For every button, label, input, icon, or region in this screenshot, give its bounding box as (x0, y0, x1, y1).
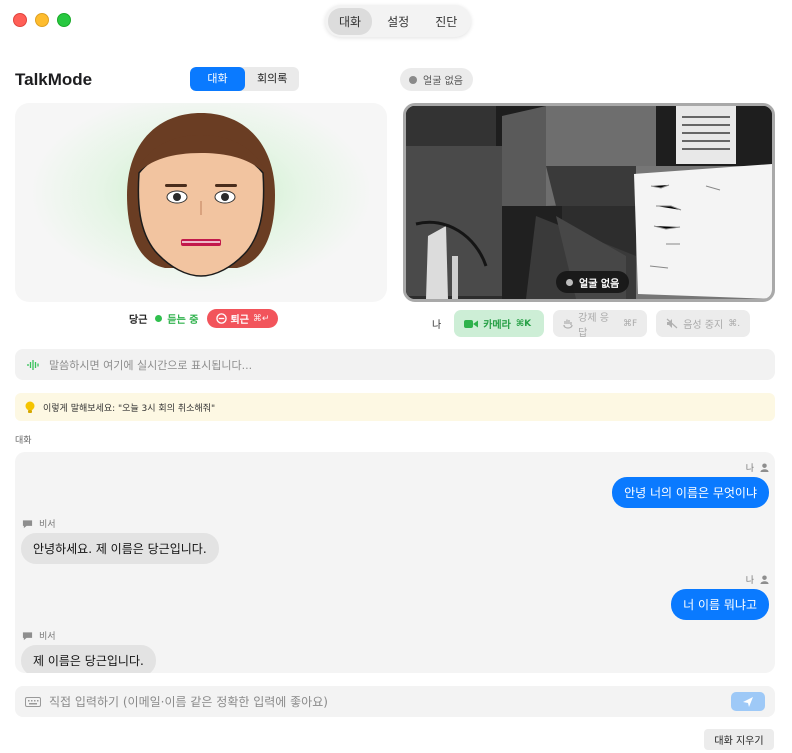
assistant-name: 당근 (129, 315, 148, 326)
hand-icon (563, 319, 573, 329)
send-button[interactable] (731, 692, 765, 711)
camera-label: 카메라 (483, 320, 511, 331)
force-reply-label: 강제 응답 (578, 312, 609, 339)
suggestion-hint: 이렇게 말해보세요: "오늘 3시 회의 취소해줘" (15, 393, 775, 421)
sender-label: 나 (745, 464, 754, 474)
camera-toggle-button[interactable]: 카메라 ⌘K (454, 310, 545, 337)
message-input-placeholder: 직접 입력하기 (이메일·이름 같은 정확한 입력에 좋아요) (49, 695, 328, 709)
force-reply-shortcut: ⌘F (623, 318, 638, 329)
stop-voice-button[interactable]: 음성 중지 ⌘. (656, 310, 751, 337)
conversation-log[interactable]: 나 안녕 너의 이름은 무엇이냐 비서 안녕하세요. 제 이름은 당근입니다. … (15, 452, 775, 673)
chat-bubble-assistant: 안녕하세요. 제 이름은 당근입니다. (21, 533, 219, 564)
chat-bubble-assistant: 제 이름은 당근입니다. (21, 645, 156, 673)
message-sender-assistant: 비서 (22, 517, 56, 530)
status-dot-icon (409, 75, 417, 84)
message-input[interactable]: 직접 입력하기 (이메일·이름 같은 정확한 입력에 좋아요) (15, 686, 775, 717)
face-status-label: 얼굴 없음 (423, 76, 463, 87)
stop-voice-shortcut: ⌘. (728, 318, 741, 329)
send-arrow-icon (743, 696, 753, 707)
clear-conversation-button[interactable]: 대화 지우기 (704, 729, 774, 750)
conversation-section-label: 대화 (15, 436, 32, 446)
camera-preview: 얼굴 없음 (403, 103, 775, 302)
window-controls (13, 13, 71, 27)
avatar-face-illustration (127, 113, 275, 277)
tab-diagnostics[interactable]: 진단 (424, 8, 468, 35)
speech-bubble-icon (22, 519, 33, 528)
waveform-icon (27, 359, 39, 370)
tab-conversation[interactable]: 대화 (328, 7, 373, 35)
status-dot-icon (566, 278, 573, 286)
person-icon (760, 575, 769, 584)
sender-label: 비서 (39, 520, 56, 530)
speaker-mute-icon (666, 318, 678, 329)
camera-controls: 나 카메라 ⌘K 강제 응답 ⌘F 음성 중지 ⌘. (432, 310, 751, 339)
minimize-window-button[interactable] (35, 13, 49, 27)
message-sender-user: 나 (746, 461, 769, 474)
camera-face-badge: 얼굴 없음 (556, 271, 630, 293)
listening-indicator: 듣는 중 (155, 311, 199, 326)
listening-label: 듣는 중 (167, 315, 199, 326)
mode-tab-conversation[interactable]: 대화 (190, 67, 245, 91)
video-camera-icon (464, 319, 479, 328)
mode-tab-minutes[interactable]: 회의록 (245, 67, 299, 91)
sender-label: 나 (745, 576, 754, 586)
person-icon (760, 463, 769, 472)
main-tab-bar: 대화 설정 진단 (325, 5, 472, 37)
stop-voice-label: 음성 중지 (683, 320, 724, 331)
camera-shortcut: ⌘K (515, 318, 532, 329)
message-sender-user: 나 (746, 573, 769, 586)
keyboard-icon (25, 696, 41, 707)
zoom-window-button[interactable] (57, 13, 71, 27)
chat-bubble-user: 너 이름 뭐냐고 (671, 589, 769, 620)
self-label: 나 (432, 320, 442, 331)
live-transcript: 말씀하시면 여기에 실시간으로 표시됩니다... (15, 349, 775, 380)
leave-button[interactable]: 퇴근 ⌘↵ (206, 309, 279, 328)
lightbulb-icon (25, 401, 35, 413)
listening-dot-icon (155, 315, 163, 322)
leave-label: 퇴근 (230, 315, 249, 326)
app-title: TalkMode (15, 70, 93, 89)
leave-shortcut: ⌘↵ (252, 313, 270, 324)
face-detection-status: 얼굴 없음 (400, 68, 473, 91)
leave-icon (215, 313, 227, 324)
chat-bubble-user: 안녕 너의 이름은 무엇이냐 (612, 477, 769, 508)
camera-face-badge-label: 얼굴 없음 (579, 278, 620, 290)
force-reply-button[interactable]: 강제 응답 ⌘F (553, 310, 648, 339)
sender-label: 비서 (39, 632, 56, 642)
speech-bubble-icon (22, 631, 33, 640)
message-sender-assistant: 비서 (22, 629, 56, 642)
avatar-panel (15, 103, 387, 302)
tab-settings[interactable]: 설정 (376, 8, 420, 35)
transcript-placeholder: 말씀하시면 여기에 실시간으로 표시됩니다... (49, 358, 253, 372)
avatar-status-row: 당근 듣는 중 퇴근 ⌘↵ (129, 309, 279, 328)
hint-text: 이렇게 말해보세요: "오늘 3시 회의 취소해줘" (43, 403, 216, 414)
close-window-button[interactable] (13, 13, 27, 27)
mode-switch: 대화 회의록 (190, 67, 300, 91)
